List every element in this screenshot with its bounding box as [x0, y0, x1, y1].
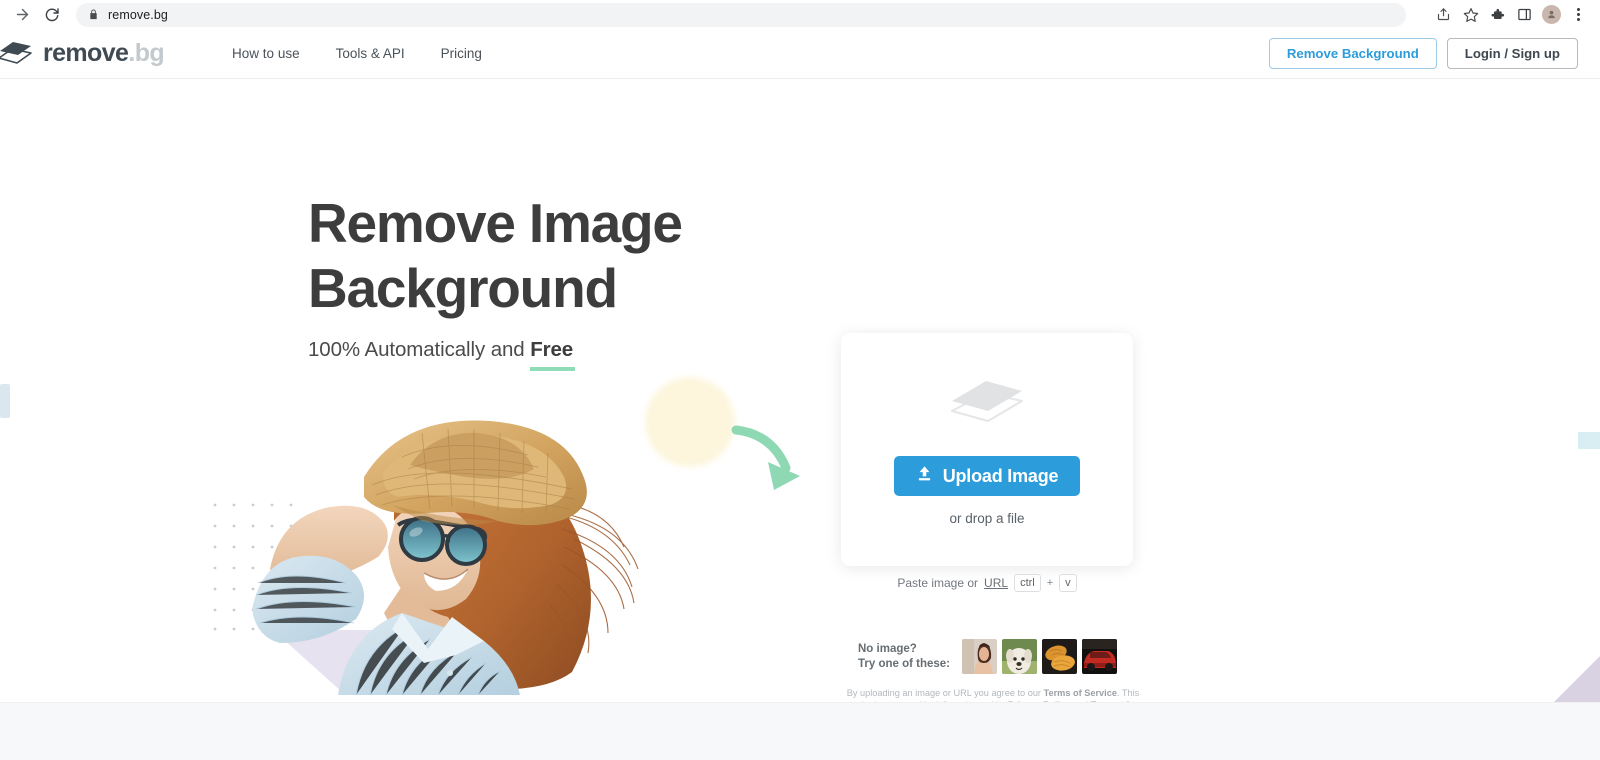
nav-item-tools-api[interactable]: Tools & API: [318, 40, 423, 67]
upload-card[interactable]: Upload Image or drop a file: [841, 333, 1133, 566]
decorative-blue-bar: [0, 384, 10, 418]
subtitle-highlight-free: Free: [530, 338, 576, 371]
share-icon[interactable]: [1430, 1, 1457, 28]
sample-label-line-1: No image?: [858, 642, 917, 655]
reload-icon[interactable]: [38, 1, 66, 29]
address-bar[interactable]: remove.bg: [76, 2, 1406, 27]
curved-arrow-icon: [731, 425, 800, 490]
page-title-line-1: Remove Image: [308, 192, 683, 254]
decorative-cyan-rectangle: [1578, 432, 1600, 449]
red-car-thumbnail[interactable]: [1082, 639, 1118, 674]
key-ctrl: ctrl: [1014, 574, 1041, 592]
avatar: [1542, 5, 1561, 24]
upload-arrow-icon: [916, 465, 933, 487]
hero-photo-woman-with-hat: [252, 420, 639, 695]
woman-portrait-thumbnail[interactable]: [962, 639, 998, 674]
legal-part-1: By uploading an image or URL you agree t…: [846, 688, 1044, 698]
url-text: remove.bg: [108, 7, 168, 22]
forward-arrow-icon[interactable]: [8, 1, 36, 29]
sample-thumbnails: [962, 639, 1118, 674]
puzzle-piece-icon[interactable]: [1484, 1, 1511, 28]
hero-text-block: Remove Image Background 100% Automatical…: [308, 191, 683, 371]
terms-of-service-link-1[interactable]: Terms of Service: [1044, 688, 1117, 698]
main-navigation: How to use Tools & API Pricing: [214, 40, 500, 67]
sample-images-label: No image? Try one of these:: [858, 642, 950, 672]
browser-action-icons: [1430, 1, 1592, 28]
nav-item-pricing[interactable]: Pricing: [423, 40, 500, 67]
paste-url-link[interactable]: URL: [984, 576, 1008, 590]
sample-label-line-2: Try one of these:: [858, 657, 951, 670]
paste-image-label: Paste image or: [897, 576, 979, 590]
site-logo[interactable]: remove.bg: [0, 37, 165, 71]
subtitle-prefix: 100% Automatically and: [308, 338, 531, 361]
browser-toolbar: remove.bg: [0, 0, 1600, 29]
key-plus-separator: +: [1046, 577, 1054, 589]
dog-thumbnail[interactable]: [1002, 639, 1038, 674]
layers-stack-icon: [948, 373, 1026, 436]
navigation-buttons: [8, 1, 66, 29]
page-title-line-2: Background: [308, 257, 618, 319]
profile-avatar-icon[interactable]: [1538, 1, 1565, 28]
key-v: v: [1059, 574, 1077, 592]
hero-section: Remove Image Background 100% Automatical…: [0, 79, 1600, 760]
decorative-purple-triangle-right: [1554, 656, 1600, 702]
lock-icon: [88, 8, 99, 21]
page-bottom-strip: [0, 702, 1600, 760]
star-icon[interactable]: [1457, 1, 1484, 28]
upload-image-button-label: Upload Image: [942, 465, 1059, 486]
layers-stack-logo-icon: [0, 37, 34, 71]
upload-image-button[interactable]: Upload Image: [893, 456, 1081, 496]
logo-text-secondary: .bg: [128, 39, 165, 67]
login-signup-button[interactable]: Login / Sign up: [1446, 38, 1578, 69]
header-actions: Remove Background Login / Sign up: [1268, 38, 1578, 69]
remove-background-button[interactable]: Remove Background: [1268, 38, 1437, 69]
nav-item-how-to-use[interactable]: How to use: [214, 40, 318, 67]
logo-text: remove.bg: [43, 39, 165, 68]
site-header: remove.bg How to use Tools & API Pricing…: [0, 29, 1600, 79]
paste-image-row: Paste image or URL ctrl + v: [841, 574, 1133, 592]
page-subtitle: 100% Automatically and Free: [308, 338, 682, 371]
side-panel-icon[interactable]: [1511, 1, 1538, 28]
logo-text-primary: remove: [43, 39, 129, 67]
sample-images-section: No image? Try one of these:: [858, 639, 1118, 674]
three-dot-menu-icon[interactable]: [1565, 1, 1592, 28]
drop-file-text: or drop a file: [949, 511, 1025, 526]
page-title: Remove Image Background: [308, 191, 683, 321]
croissant-thumbnail[interactable]: [1042, 639, 1078, 674]
